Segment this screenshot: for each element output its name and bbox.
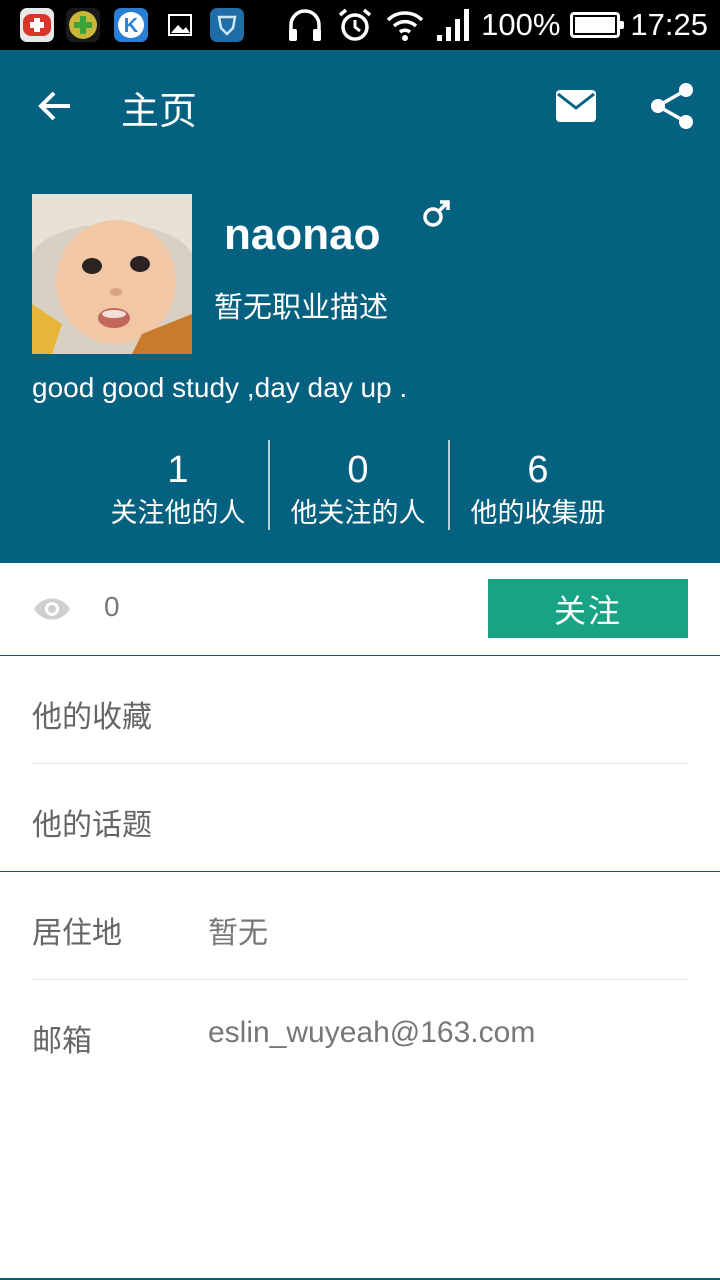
topics-label: 他的话题 [32, 808, 152, 843]
stat-value: 6 [527, 449, 549, 491]
location-label: 居住地 [32, 916, 122, 951]
back-button[interactable] [30, 80, 82, 132]
signal-icon [437, 9, 470, 41]
green-cross-app-icon [66, 8, 100, 42]
favorites-label: 他的收藏 [32, 700, 152, 735]
page-title: 主页 [121, 89, 198, 133]
profile-header: 主页 naonao 暂无职业描述 good good study ,day da… [0, 50, 720, 563]
stat-label: 他的收集册 [470, 498, 606, 529]
follow-button[interactable]: 关注 [488, 579, 688, 638]
svg-text:K: K [124, 15, 139, 37]
battery-percent: 100% [481, 7, 561, 42]
status-indicators: 100% 17:25 [285, 0, 708, 50]
stats-bar: 1 关注他的人 0 他关注的人 6 他的收集册 [88, 440, 628, 530]
stat-label: 他关注的人 [290, 498, 426, 529]
email-value: eslin_wuyeah@163.com [208, 1016, 536, 1049]
job-description: 暂无职业描述 [214, 290, 389, 324]
share-icon [651, 83, 693, 129]
alarm-icon [339, 8, 372, 41]
email-label: 邮箱 [32, 1024, 92, 1059]
username: naonao [224, 210, 381, 259]
k-app-icon: K [114, 8, 148, 42]
info-location: 居住地 暂无 [0, 872, 720, 980]
stat-collections[interactable]: 6 他的收集册 [448, 440, 628, 530]
battery-icon [570, 12, 625, 38]
wifi-icon [386, 11, 424, 41]
shield-app-icon [210, 8, 244, 42]
avatar[interactable] [32, 194, 192, 354]
message-button[interactable] [552, 82, 600, 130]
info-email: 邮箱 eslin_wuyeah@163.com [0, 980, 720, 1088]
location-value: 暂无 [208, 917, 268, 950]
stat-value: 0 [347, 449, 369, 491]
stat-followers[interactable]: 1 关注他的人 [88, 440, 268, 530]
share-button[interactable] [648, 80, 696, 132]
list-item-favorites[interactable]: 他的收藏 [0, 656, 720, 764]
battery-level [575, 17, 616, 33]
headphones-icon [289, 9, 322, 41]
action-row: 0 关注 [0, 563, 720, 656]
stat-label: 关注他的人 [110, 498, 246, 529]
plus-badge-icon [20, 8, 54, 42]
stat-following[interactable]: 0 他关注的人 [268, 440, 448, 530]
mail-icon [556, 90, 596, 122]
gallery-icon [164, 8, 198, 42]
clock: 17:25 [630, 7, 708, 42]
status-bar: K 100% 17:25 [0, 0, 720, 50]
male-icon [423, 200, 450, 227]
arrow-left-icon [38, 91, 70, 121]
eye-icon [34, 598, 70, 620]
stat-value: 1 [167, 449, 189, 491]
bio: good good study ,day day up . [32, 372, 408, 403]
list-item-topics[interactable]: 他的话题 [0, 764, 720, 872]
view-count: 0 [104, 591, 120, 622]
